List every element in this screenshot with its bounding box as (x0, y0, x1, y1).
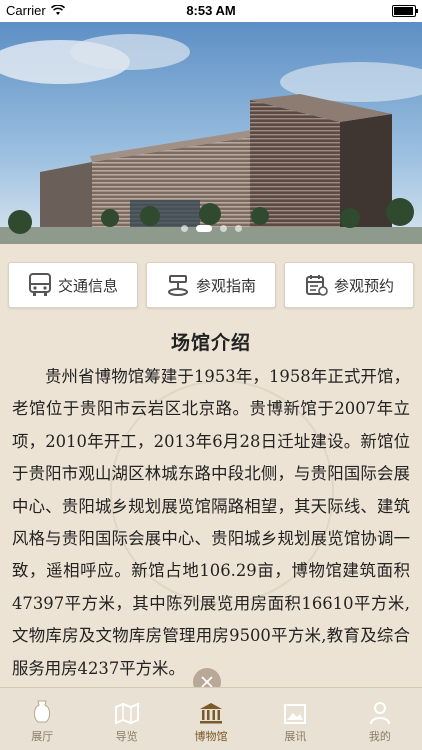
tab-label: 博物馆 (194, 730, 228, 743)
visit-guide-button[interactable]: 参观指南 (146, 262, 276, 308)
bus-icon (28, 273, 51, 296)
image-icon (284, 704, 307, 724)
intro-title: 场馆介绍 (170, 332, 251, 354)
tab-label: 展厅 (31, 730, 54, 743)
transport-info-label: 交通信息 (57, 276, 118, 295)
tab-bar: 展厅 导览 博物馆 展讯 我的 (0, 687, 422, 750)
tab-label: 导览 (115, 730, 138, 743)
status-bar: Carrier 8:53 AM (0, 0, 422, 22)
tab-mine[interactable]: 我的 (338, 688, 422, 750)
hero-carousel[interactable] (0, 22, 422, 244)
vase-icon (34, 700, 51, 723)
tab-label: 我的 (368, 730, 391, 743)
tab-guide[interactable]: 导览 (84, 688, 168, 750)
calendar-icon (305, 275, 328, 296)
battery-icon (392, 5, 418, 17)
clock: 8:53 AM (186, 3, 236, 18)
tab-museum[interactable]: 博物馆 (169, 688, 253, 750)
tab-exhibition-hall[interactable]: 展厅 (0, 688, 84, 750)
tab-news[interactable]: 展讯 (253, 688, 337, 750)
museum-building-photo (0, 22, 422, 244)
carousel-dot-active[interactable] (195, 225, 212, 232)
visit-reservation-button[interactable]: 参观预约 (284, 262, 414, 308)
visit-guide-label: 参观指南 (195, 276, 256, 295)
transport-info-button[interactable]: 交通信息 (8, 262, 138, 308)
intro-body: 贵州省博物馆筹建于1953年，1958年正式开馆，老馆位于贵阳市云岩区北京路。贵… (12, 367, 410, 678)
tab-label: 展讯 (284, 730, 307, 743)
visit-reservation-label: 参观预约 (333, 276, 394, 295)
museum-icon (200, 703, 223, 724)
quick-actions: 交通信息 参观指南 参观预约 (8, 262, 414, 308)
person-icon (369, 702, 390, 725)
carousel-indicator[interactable] (0, 225, 422, 232)
carousel-dot[interactable] (234, 225, 242, 232)
carousel-dot[interactable] (219, 225, 227, 232)
carousel-dot[interactable] (180, 225, 188, 232)
map-icon (114, 702, 139, 725)
signpost-icon (167, 275, 188, 296)
venue-intro: 场馆介绍 贵州省博物馆筹建于1953年，1958年正式开馆，老馆位于贵阳市云岩区… (12, 328, 410, 688)
